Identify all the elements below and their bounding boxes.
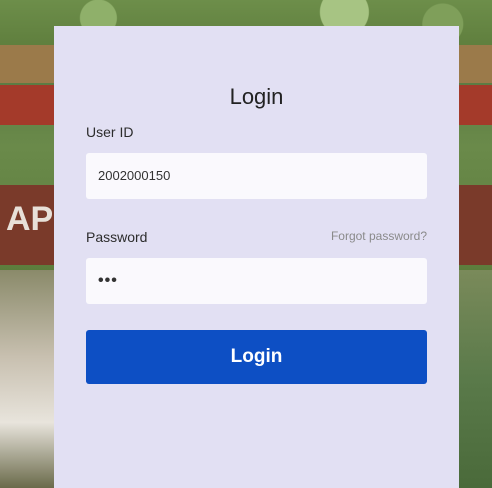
gate-beam-right-red xyxy=(455,85,492,125)
ground-right xyxy=(455,270,492,488)
forgot-password-link[interactable]: Forgot password? xyxy=(331,229,427,243)
gate-beam-right xyxy=(455,45,492,83)
ground-left xyxy=(0,270,60,488)
login-title: Login xyxy=(229,84,284,109)
password-input[interactable]: ••• xyxy=(86,258,427,304)
gate-sign-right xyxy=(455,185,492,265)
gate-beam-left-red xyxy=(0,85,60,125)
user-id-label: User ID xyxy=(86,124,134,140)
user-id-input[interactable]: 2002000150 xyxy=(86,153,427,199)
gate-sign-text: AP xyxy=(6,200,54,238)
login-panel: Login User ID 2002000150 Password Forgot… xyxy=(54,26,459,488)
gate-beam-left xyxy=(0,45,60,83)
password-label: Password xyxy=(86,229,148,245)
login-button[interactable]: Login xyxy=(86,330,427,384)
